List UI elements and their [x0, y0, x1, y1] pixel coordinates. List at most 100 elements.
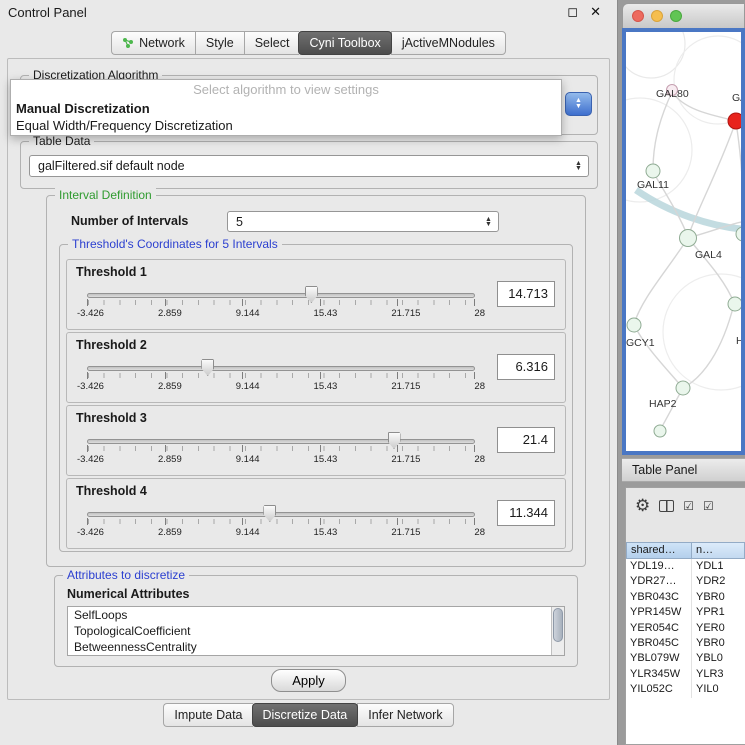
tab-impute-data[interactable]: Impute Data: [163, 703, 252, 727]
close-icon[interactable]: ✕: [590, 4, 601, 20]
column-header-name[interactable]: n…: [692, 542, 745, 559]
threshold-2-slider[interactable]: -3.4262.8599.14415.4321.71528: [87, 359, 475, 397]
slider-scale: -3.4262.8599.14415.4321.71528: [77, 381, 485, 392]
minimize-window-icon[interactable]: [651, 10, 663, 22]
node-label-gcy1[interactable]: GCY1: [626, 337, 655, 349]
threshold-3-slider[interactable]: -3.4262.8599.14415.4321.71528: [87, 432, 475, 470]
table-cell[interactable]: YIL0: [692, 682, 745, 697]
table-cell[interactable]: YBR043C: [626, 590, 692, 605]
algorithm-option-manual[interactable]: Manual Discretization: [11, 100, 561, 117]
gear-icon[interactable]: ⚙: [635, 496, 650, 516]
table-cell[interactable]: YBR0: [692, 590, 745, 605]
table-header-row: shared… n…: [626, 542, 745, 559]
node-label-gal80[interactable]: GAL80: [656, 88, 689, 100]
table-row[interactable]: YER054CYER0: [626, 621, 745, 636]
slider-scale: -3.4262.8599.14415.4321.71528: [77, 454, 485, 465]
threshold-2-value[interactable]: 6.316: [497, 354, 555, 380]
checkbox-icon[interactable]: ☑: [683, 499, 694, 513]
attribute-list-item[interactable]: BetweennessCentrality: [68, 639, 564, 655]
slider-scale-label: 28: [474, 308, 485, 319]
threshold-3-value[interactable]: 21.4: [497, 427, 555, 453]
table-cell[interactable]: YBL0: [692, 651, 745, 666]
slider-scale-label: 2.859: [158, 527, 182, 538]
slider-scale-label: 2.859: [158, 308, 182, 319]
columns-icon[interactable]: [659, 500, 674, 512]
threshold-4-value[interactable]: 11.344: [497, 500, 555, 526]
tab-label: Network: [139, 36, 185, 50]
slider-scale-label: -3.426: [77, 454, 104, 465]
table-cell[interactable]: YBR045C: [626, 636, 692, 651]
table-row[interactable]: YBR045CYBR0: [626, 636, 745, 651]
slider-track[interactable]: [87, 366, 475, 371]
node-label-hap2[interactable]: HAP2: [649, 398, 676, 410]
table-cell[interactable]: YLR345W: [626, 667, 692, 682]
thresholds-group: Threshold's Coordinates for 5 Intervals …: [59, 244, 573, 552]
table-cell[interactable]: YBL079W: [626, 651, 692, 666]
table-cell[interactable]: YDR27…: [626, 574, 692, 589]
column-header-shared-name[interactable]: shared…: [626, 542, 692, 559]
close-window-icon[interactable]: [632, 10, 644, 22]
network-view-window: GAL80 GA GAL11 GAL4 GCY1 HAP2 H: [622, 3, 745, 455]
network-canvas[interactable]: GAL80 GA GAL11 GAL4 GCY1 HAP2 H: [622, 28, 745, 455]
number-of-intervals-select[interactable]: 5 ▲▼: [227, 211, 499, 232]
table-cell[interactable]: YDL19…: [626, 559, 692, 574]
slider-scale-label: 2.859: [158, 381, 182, 392]
threshold-1-slider[interactable]: -3.4262.8599.14415.4321.71528: [87, 286, 475, 324]
slider-scale-label: 15.43: [314, 381, 338, 392]
zoom-window-icon[interactable]: [670, 10, 682, 22]
table-row[interactable]: YPR145WYPR1: [626, 605, 745, 620]
table-row[interactable]: YBR043CYBR0: [626, 590, 745, 605]
tab-jactivemnodules[interactable]: jActiveMNodules: [391, 31, 506, 55]
table-cell[interactable]: YLR3: [692, 667, 745, 682]
table-cell[interactable]: YBR0: [692, 636, 745, 651]
threshold-2-block: Threshold 2 -3.4262.8599.14415.4321.7152…: [66, 332, 566, 403]
numerical-attributes-list[interactable]: SelfLoopsTopologicalCoefficientBetweenne…: [67, 606, 565, 656]
table-cell[interactable]: YER0: [692, 621, 745, 636]
algorithm-option-equal-width[interactable]: Equal Width/Frequency Discretization: [11, 117, 561, 134]
stepper-arrows-icon: ▲▼: [482, 217, 498, 227]
slider-scale-label: -3.426: [77, 527, 104, 538]
slider-scale-label: -3.426: [77, 308, 104, 319]
node-label-partial[interactable]: GA: [732, 92, 745, 104]
table-cell[interactable]: YER054C: [626, 621, 692, 636]
slider-track[interactable]: [87, 512, 475, 517]
table-cell[interactable]: YPR1: [692, 605, 745, 620]
table-cell[interactable]: YIL052C: [626, 682, 692, 697]
table-data-select[interactable]: galFiltered.sif default node ▲▼: [29, 155, 589, 177]
table-row[interactable]: YLR345WYLR3: [626, 667, 745, 682]
attribute-list-item[interactable]: TopologicalCoefficient: [68, 623, 564, 639]
tab-network[interactable]: Network: [111, 31, 195, 55]
tab-infer-network[interactable]: Infer Network: [357, 703, 453, 727]
slider-track[interactable]: [87, 293, 475, 298]
node-label-partial-h[interactable]: H: [736, 335, 744, 347]
slider-scale-label: 15.43: [314, 527, 338, 538]
float-window-icon[interactable]: ◻: [567, 4, 578, 20]
checkbox-icon[interactable]: ☑: [703, 499, 714, 513]
slider-ticks: [88, 446, 474, 451]
node-label-gal11[interactable]: GAL11: [637, 179, 669, 191]
scrollbar-thumb[interactable]: [553, 608, 563, 642]
table-cell[interactable]: YDR2: [692, 574, 745, 589]
attribute-list-item[interactable]: SelfLoops: [68, 607, 564, 623]
slider-track[interactable]: [87, 439, 475, 444]
table-row[interactable]: YBL079WYBL0: [626, 651, 745, 666]
table-cell[interactable]: YPR145W: [626, 605, 692, 620]
tab-discretize-data[interactable]: Discretize Data: [252, 703, 359, 727]
tab-select[interactable]: Select: [244, 31, 300, 55]
slider-scale-label: -3.426: [77, 381, 104, 392]
table-data-value: galFiltered.sif default node: [38, 159, 185, 173]
node-label-gal4[interactable]: GAL4: [695, 249, 722, 261]
node-table: shared… n… YDL19…YDL1YDR27…YDR2YBR043CYB…: [626, 542, 745, 744]
tab-cyni-toolbox[interactable]: Cyni Toolbox: [298, 31, 391, 55]
table-row[interactable]: YDR27…YDR2: [626, 574, 745, 589]
apply-button[interactable]: Apply: [271, 669, 346, 692]
tab-style[interactable]: Style: [195, 31, 244, 55]
table-cell[interactable]: YDL1: [692, 559, 745, 574]
algorithm-combo-button[interactable]: ▲▼: [565, 92, 592, 116]
table-row[interactable]: YDL19…YDL1: [626, 559, 745, 574]
algorithm-placeholder: Select algorithm to view settings: [11, 80, 561, 100]
threshold-4-slider[interactable]: -3.4262.8599.14415.4321.71528: [87, 505, 475, 543]
list-scrollbar[interactable]: [551, 607, 564, 655]
table-row[interactable]: YIL052CYIL0: [626, 682, 745, 697]
threshold-1-value[interactable]: 14.713: [497, 281, 555, 307]
